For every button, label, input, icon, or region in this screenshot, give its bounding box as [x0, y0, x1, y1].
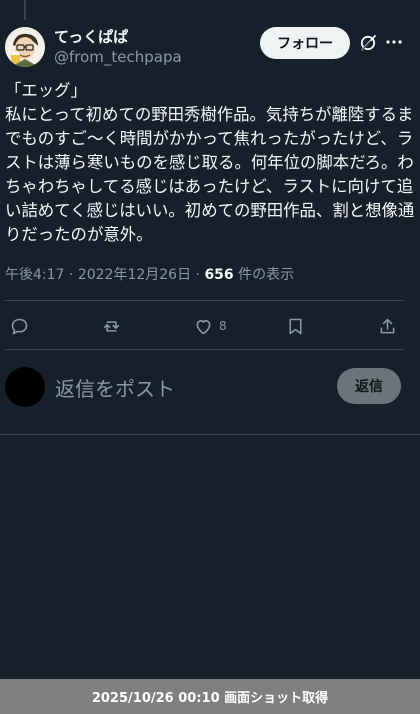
post-header: てっくぱぱ @from_techpapa フォロー — [0, 24, 420, 72]
repost-icon[interactable] — [101, 314, 122, 338]
reply-input[interactable]: 返信をポスト — [55, 373, 175, 402]
reply-button[interactable]: 返信 — [337, 368, 401, 404]
action-bar: 8 — [0, 310, 420, 342]
current-user-avatar — [5, 367, 45, 407]
divider — [0, 434, 420, 435]
divider — [5, 300, 404, 301]
tweet-text: 「エッグ」 私にとって初めての野田秀樹作品。気持ちが離陸するまでものすご〜く時間… — [5, 81, 415, 244]
views-count[interactable]: 656 — [204, 267, 233, 283]
author-avatar[interactable] — [5, 27, 45, 67]
meta-separator: · — [191, 267, 205, 283]
share-icon[interactable] — [377, 314, 398, 338]
like-icon — [196, 319, 211, 334]
grok-icon[interactable] — [358, 33, 378, 53]
thread-connector-line — [24, 0, 26, 20]
avatar-illustration — [5, 27, 45, 67]
author-handle[interactable]: @from_techpapa — [54, 48, 182, 66]
like-count: 8 — [219, 319, 227, 333]
like-button[interactable]: 8 — [193, 314, 227, 338]
more-icon[interactable] — [384, 32, 404, 52]
bookmark-icon[interactable] — [285, 314, 306, 338]
author-display-name[interactable]: てっくぱぱ — [54, 26, 128, 47]
views-label: 件の表示 — [233, 267, 295, 283]
divider — [5, 349, 404, 350]
tweet-date[interactable]: 2022年12月26日 — [78, 267, 191, 283]
meta-separator: · — [64, 267, 78, 283]
reply-icon[interactable] — [9, 314, 30, 338]
tweet-time[interactable]: 午後4:17 — [5, 267, 64, 283]
follow-button[interactable]: フォロー — [260, 27, 350, 59]
screenshot-caption: 2025/10/26 00:10 画面ショット取得 — [0, 679, 420, 714]
reply-composer: 返信をポスト 返信 — [0, 360, 420, 416]
tweet-meta: 午後4:17 · 2022年12月26日 · 656 件の表示 — [5, 264, 294, 284]
